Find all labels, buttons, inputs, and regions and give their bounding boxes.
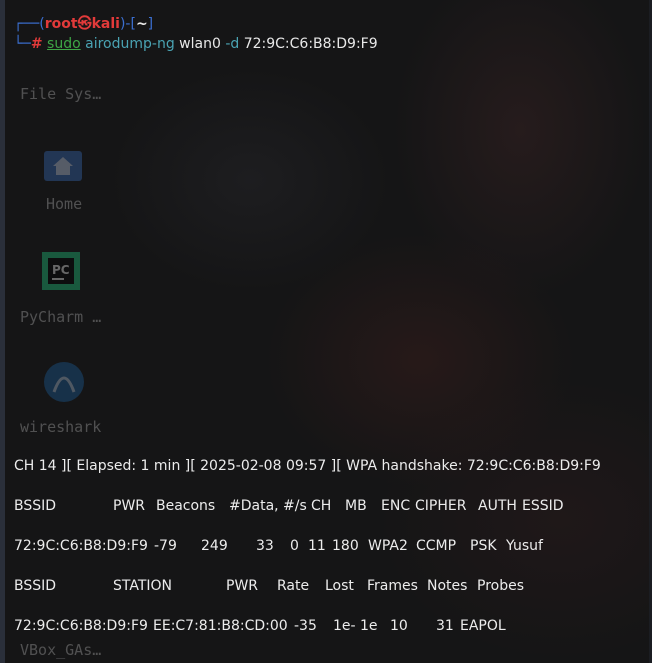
col-cipher: CIPHER [415,498,467,514]
prompt-line-1: ┌──(root㉿kali)-[~] [14,14,378,34]
desktop-icon-file-system[interactable]: File Sys… [20,84,101,103]
desktop-icon-label: VBox_GAs… [20,641,102,659]
prompt-user: root [44,16,78,32]
ap-rate: 0 [290,538,299,554]
prompt-separator: )-[ [119,16,136,32]
col-ch: CH [311,498,332,514]
col-rate: Rate [277,578,310,594]
col-auth: AUTH [478,498,517,514]
command-interface: wlan0 [179,36,221,52]
sta-station: EE:C7:81:B8:CD:00 [153,618,288,634]
status-line: CH 14 ][ Elapsed: 1 min ][ 2025-02-08 09… [14,458,601,474]
ap-ch: 11 [308,538,326,554]
col-station: STATION [113,578,173,594]
col-enc: ENC [381,498,411,514]
prompt-path: ~ [135,16,148,32]
prompt-symbol: # [30,36,43,52]
shell-prompt: ┌──(root㉿kali)-[~] └─# sudo airodump-ng … [14,14,378,54]
ap-pwr: -79 [154,538,177,554]
prompt-corner-bottom: └─ [14,36,31,52]
desktop-icon-label: Home [46,195,83,213]
ap-enc: WPA2 [368,538,408,554]
ap-auth: PSK [470,538,497,554]
prompt-corner-top: ┌──( [14,16,45,32]
sta-pwr: -35 [294,618,317,634]
col-probes: Probes [477,578,525,594]
sta-notes: EAPOL [460,618,506,634]
col-bssid: BSSID [14,498,57,514]
command-program: airodump-ng [85,36,175,52]
desktop-icon-label: wireshark [20,418,102,436]
window-border-left [0,0,5,663]
command-flag: -d [225,36,240,52]
sta-bssid: 72:9C:C6:B8:D9:F9 [14,618,148,634]
col-data: #Data, #/s [229,498,307,514]
sta-frames: 31 [436,618,454,634]
prompt-host: kali [91,16,120,32]
command-target: 72:9C:C6:B8:D9:F9 [243,36,378,52]
prompt-line-2: └─# sudo airodump-ng wlan0 -d 72:9C:C6:B… [14,34,378,54]
col-pwr: PWR [113,498,146,514]
col-pwr: PWR [226,578,259,594]
col-beacons: Beacons [156,498,216,514]
desktop-icon-label: File Sys… [20,85,102,103]
ap-essid: Yusuf [506,538,543,554]
col-lost: Lost [325,578,354,594]
col-mb: MB [345,498,367,514]
wireshark-icon [44,362,84,402]
svg-text:PC: PC [52,263,70,277]
pycharm-icon: PC [42,252,80,290]
col-frames: Frames [367,578,418,594]
ap-mb: 180 [332,538,359,554]
ap-cipher: CCMP [416,538,457,554]
skull-icon: ㉿ [77,16,92,32]
prompt-bracket-close: ] [147,16,154,32]
sta-rate: 1e- 1e [333,618,378,634]
ap-table-header: BSSID PWR Beacons #Data, #/s CH MB ENC CIPHER AU… [14,498,564,514]
ap-data: 33 [256,538,274,554]
command-sudo: sudo [47,36,81,52]
station-table-header: BSSID STATION PWR Rate Lost Frames Notes Probes [14,578,524,594]
sta-lost: 10 [390,618,408,634]
col-essid: ESSID [522,498,564,514]
col-notes: Notes [427,578,468,594]
ap-bssid: 72:9C:C6:B8:D9:F9 [14,538,148,554]
desktop-icon-label: PyCharm … [20,308,102,326]
col-bssid: BSSID [14,578,57,594]
station-table-row: 72:9C:C6:B8:D9:F9 EE:C7:81:B8:CD:00 -35 1e-… [14,618,506,634]
ap-table-row: 72:9C:C6:B8:D9:F9 -79 249 33 0 11 180 WPA2 CCMP P… [14,538,543,554]
ap-beacons: 249 [201,538,228,554]
desktop-icon-vbox[interactable]: VBox_GAs… [20,640,101,659]
folder-home-icon [44,151,82,181]
